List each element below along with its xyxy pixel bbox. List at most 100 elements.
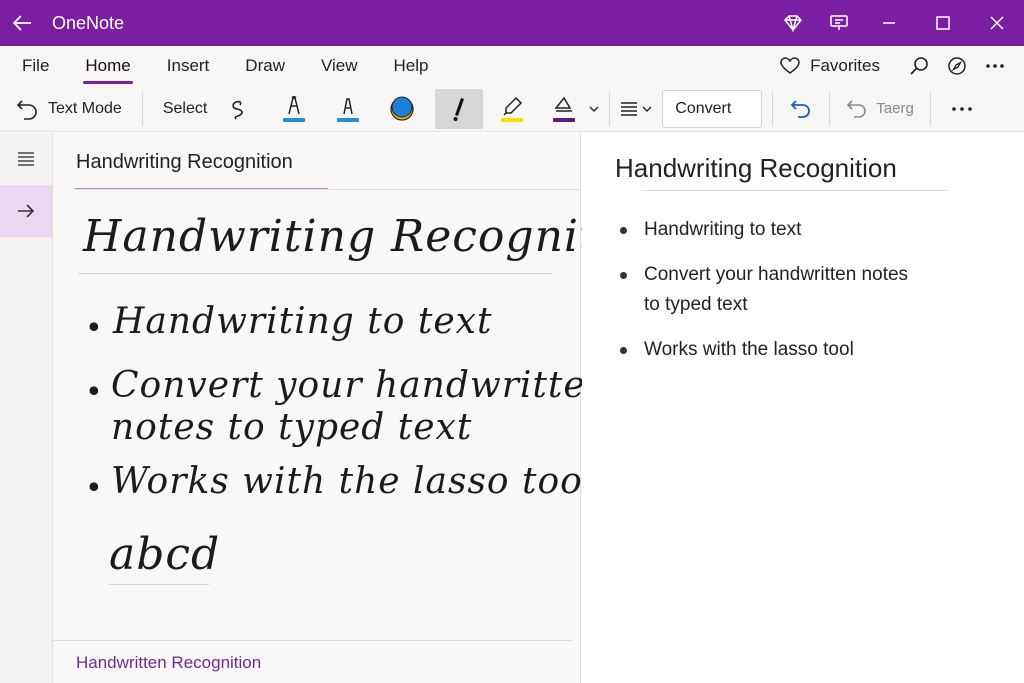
- tab-help[interactable]: Help: [376, 46, 447, 86]
- color-picker-button[interactable]: [379, 89, 425, 129]
- toolbar-divider: [141, 91, 143, 126]
- favorites-button[interactable]: Favorites: [780, 56, 880, 76]
- redo-icon: [847, 99, 867, 118]
- menu-bar: File Home Insert Draw View Help Favorite…: [0, 46, 1024, 86]
- more-options-button[interactable]: [976, 46, 1014, 86]
- list-item[interactable]: Works with the lasso tool: [612, 335, 1012, 365]
- tab-home[interactable]: Home: [67, 46, 148, 86]
- hamburger-icon: [18, 152, 34, 166]
- pen-dropdown[interactable]: [587, 89, 601, 129]
- search-icon: [910, 57, 928, 75]
- navigation-strip: [0, 133, 53, 683]
- present-button[interactable]: [816, 0, 862, 46]
- diamond-icon: [783, 15, 803, 32]
- pen-color-bar: [337, 117, 360, 122]
- select-button[interactable]: Select: [149, 89, 217, 129]
- footer-page-link[interactable]: Handwritten Recognition: [76, 653, 261, 673]
- chevron-down-icon: [642, 106, 652, 112]
- expand-pages-button[interactable]: [0, 185, 52, 237]
- undo-icon: [791, 99, 811, 118]
- ink-bullet: •: [85, 311, 104, 346]
- pen-blue-2[interactable]: [325, 89, 371, 129]
- ink-bullet: •: [85, 375, 104, 410]
- ink-page-pane[interactable]: Handwriting Recognition Handwriting Reco…: [53, 133, 669, 683]
- tab-insert[interactable]: Insert: [149, 46, 228, 86]
- typed-title-underline: [642, 190, 947, 191]
- back-arrow-icon: [12, 15, 31, 31]
- typed-text-pane[interactable]: Handwriting Recognition Handwriting to t…: [582, 133, 1024, 683]
- app-title: OneNote: [52, 12, 125, 33]
- tab-draw[interactable]: Draw: [227, 46, 303, 86]
- sync-button[interactable]: [938, 46, 976, 86]
- tab-file[interactable]: File: [0, 46, 67, 86]
- ink-extra[interactable]: abcd: [109, 529, 220, 580]
- heart-icon: [780, 57, 800, 74]
- marker-icon: [453, 97, 465, 121]
- list-item[interactable]: Handwriting to text: [612, 215, 1012, 245]
- more-icon: [952, 106, 972, 111]
- navigation-menu-button[interactable]: [0, 133, 52, 185]
- close-button[interactable]: [970, 0, 1024, 46]
- arrow-right-icon: [18, 204, 35, 218]
- pen-color-bar: [283, 117, 306, 122]
- eraser-pen-icon: [554, 96, 573, 112]
- draw-toolbar: Text Mode Select Convert Taerg: [0, 86, 1024, 132]
- toolbar-divider: [609, 91, 611, 126]
- toolbar-divider: [829, 91, 831, 126]
- pen-blue-1[interactable]: [271, 89, 317, 129]
- list-item-text: Convert your handwritten notes: [644, 264, 909, 285]
- ink-rule: [78, 273, 552, 274]
- text-mode-button[interactable]: Text Mode: [0, 89, 136, 129]
- toolbar-more-button[interactable]: [937, 89, 987, 129]
- favorites-label: Favorites: [810, 56, 880, 75]
- ink-item-3[interactable]: Works with the lasso tool: [111, 461, 595, 502]
- highlighter-color-bar: [501, 117, 524, 122]
- convert-button[interactable]: Convert: [662, 89, 763, 128]
- chevron-down-icon: [589, 106, 599, 112]
- list-item[interactable]: Convert your handwritten notes to typed …: [612, 260, 1012, 320]
- title-bar: OneNote: [0, 0, 1024, 46]
- ink-item-2[interactable]: Convert your handwritten: [111, 365, 610, 406]
- compass-icon: [948, 57, 966, 75]
- premium-button[interactable]: [770, 0, 816, 46]
- presentation-icon: [830, 15, 848, 30]
- page-title-divider: [75, 189, 581, 190]
- highlighter-yellow[interactable]: [489, 89, 535, 129]
- minimize-button[interactable]: [862, 0, 916, 46]
- maximize-icon: [936, 16, 950, 30]
- typed-bullet-list: Handwriting to text Convert your handwri…: [612, 215, 1012, 380]
- pen-purple[interactable]: [541, 89, 587, 129]
- ink-item-2-cont[interactable]: notes to typed text: [111, 407, 472, 448]
- back-button[interactable]: [0, 0, 44, 46]
- list-item-text-cont: to typed text: [644, 294, 748, 315]
- more-icon: [986, 64, 1004, 68]
- pen-icon: [288, 95, 301, 114]
- align-icon: [621, 101, 638, 116]
- ink-rule: [109, 584, 209, 585]
- pen-color-bar: [553, 117, 576, 122]
- lasso-button[interactable]: [217, 89, 261, 129]
- undo-button[interactable]: [779, 89, 823, 129]
- lasso-icon: [232, 100, 244, 119]
- pen-icon: [343, 97, 354, 114]
- ink-bullet: •: [85, 471, 104, 506]
- close-icon: [990, 16, 1004, 30]
- ink-item-1[interactable]: Handwriting to text: [113, 301, 492, 342]
- typed-title[interactable]: Handwriting Recognition: [615, 153, 897, 184]
- undo-arrow-icon: [16, 99, 37, 120]
- redo-button[interactable]: Taerg: [836, 89, 924, 129]
- list-item-text: Works with the lasso tool: [644, 339, 854, 360]
- page-bottom-divider: [53, 640, 572, 641]
- maximize-button[interactable]: [916, 0, 970, 46]
- toolbar-divider: [772, 91, 774, 126]
- paragraph-align-button[interactable]: [616, 89, 656, 129]
- page-title[interactable]: Handwriting Recognition: [76, 151, 293, 174]
- highlighter-icon: [503, 96, 523, 116]
- list-item-text: Handwriting to text: [644, 219, 802, 240]
- color-circle-icon: [390, 96, 414, 121]
- tab-view[interactable]: View: [303, 46, 376, 86]
- minimize-icon: [883, 22, 895, 24]
- pen-black-selected[interactable]: [435, 88, 484, 129]
- text-mode-label: Text Mode: [48, 99, 122, 117]
- search-button[interactable]: [900, 46, 938, 86]
